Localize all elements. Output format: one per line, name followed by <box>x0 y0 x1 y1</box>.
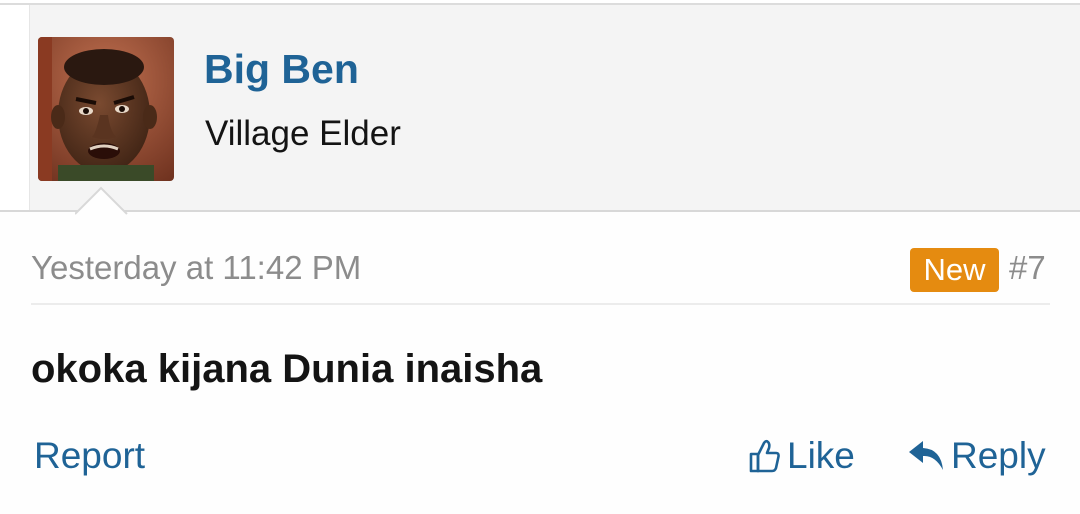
post-number-link[interactable]: #7 <box>1009 246 1046 290</box>
report-label: Report <box>34 435 146 476</box>
avatar[interactable] <box>38 37 174 181</box>
user-title: Village Elder <box>205 114 401 153</box>
left-strip <box>0 5 30 210</box>
reply-label: Reply <box>951 435 1046 476</box>
report-link[interactable]: Report <box>34 432 145 480</box>
reply-arrow-icon <box>907 439 945 473</box>
post-message: okoka kijana Dunia inaisha <box>31 347 543 391</box>
post-timestamp[interactable]: Yesterday at 11:42 PM <box>31 246 361 290</box>
username-link[interactable]: Big Ben <box>204 44 359 94</box>
forum-post: Big Ben Village Elder Yesterday at 11:42… <box>0 0 1080 514</box>
reply-button[interactable]: Reply <box>907 432 1046 480</box>
divider <box>31 303 1050 305</box>
like-button[interactable]: Like <box>749 432 855 480</box>
new-badge: New <box>910 248 999 292</box>
thumbs-up-icon <box>749 439 781 473</box>
like-label: Like <box>787 435 855 476</box>
